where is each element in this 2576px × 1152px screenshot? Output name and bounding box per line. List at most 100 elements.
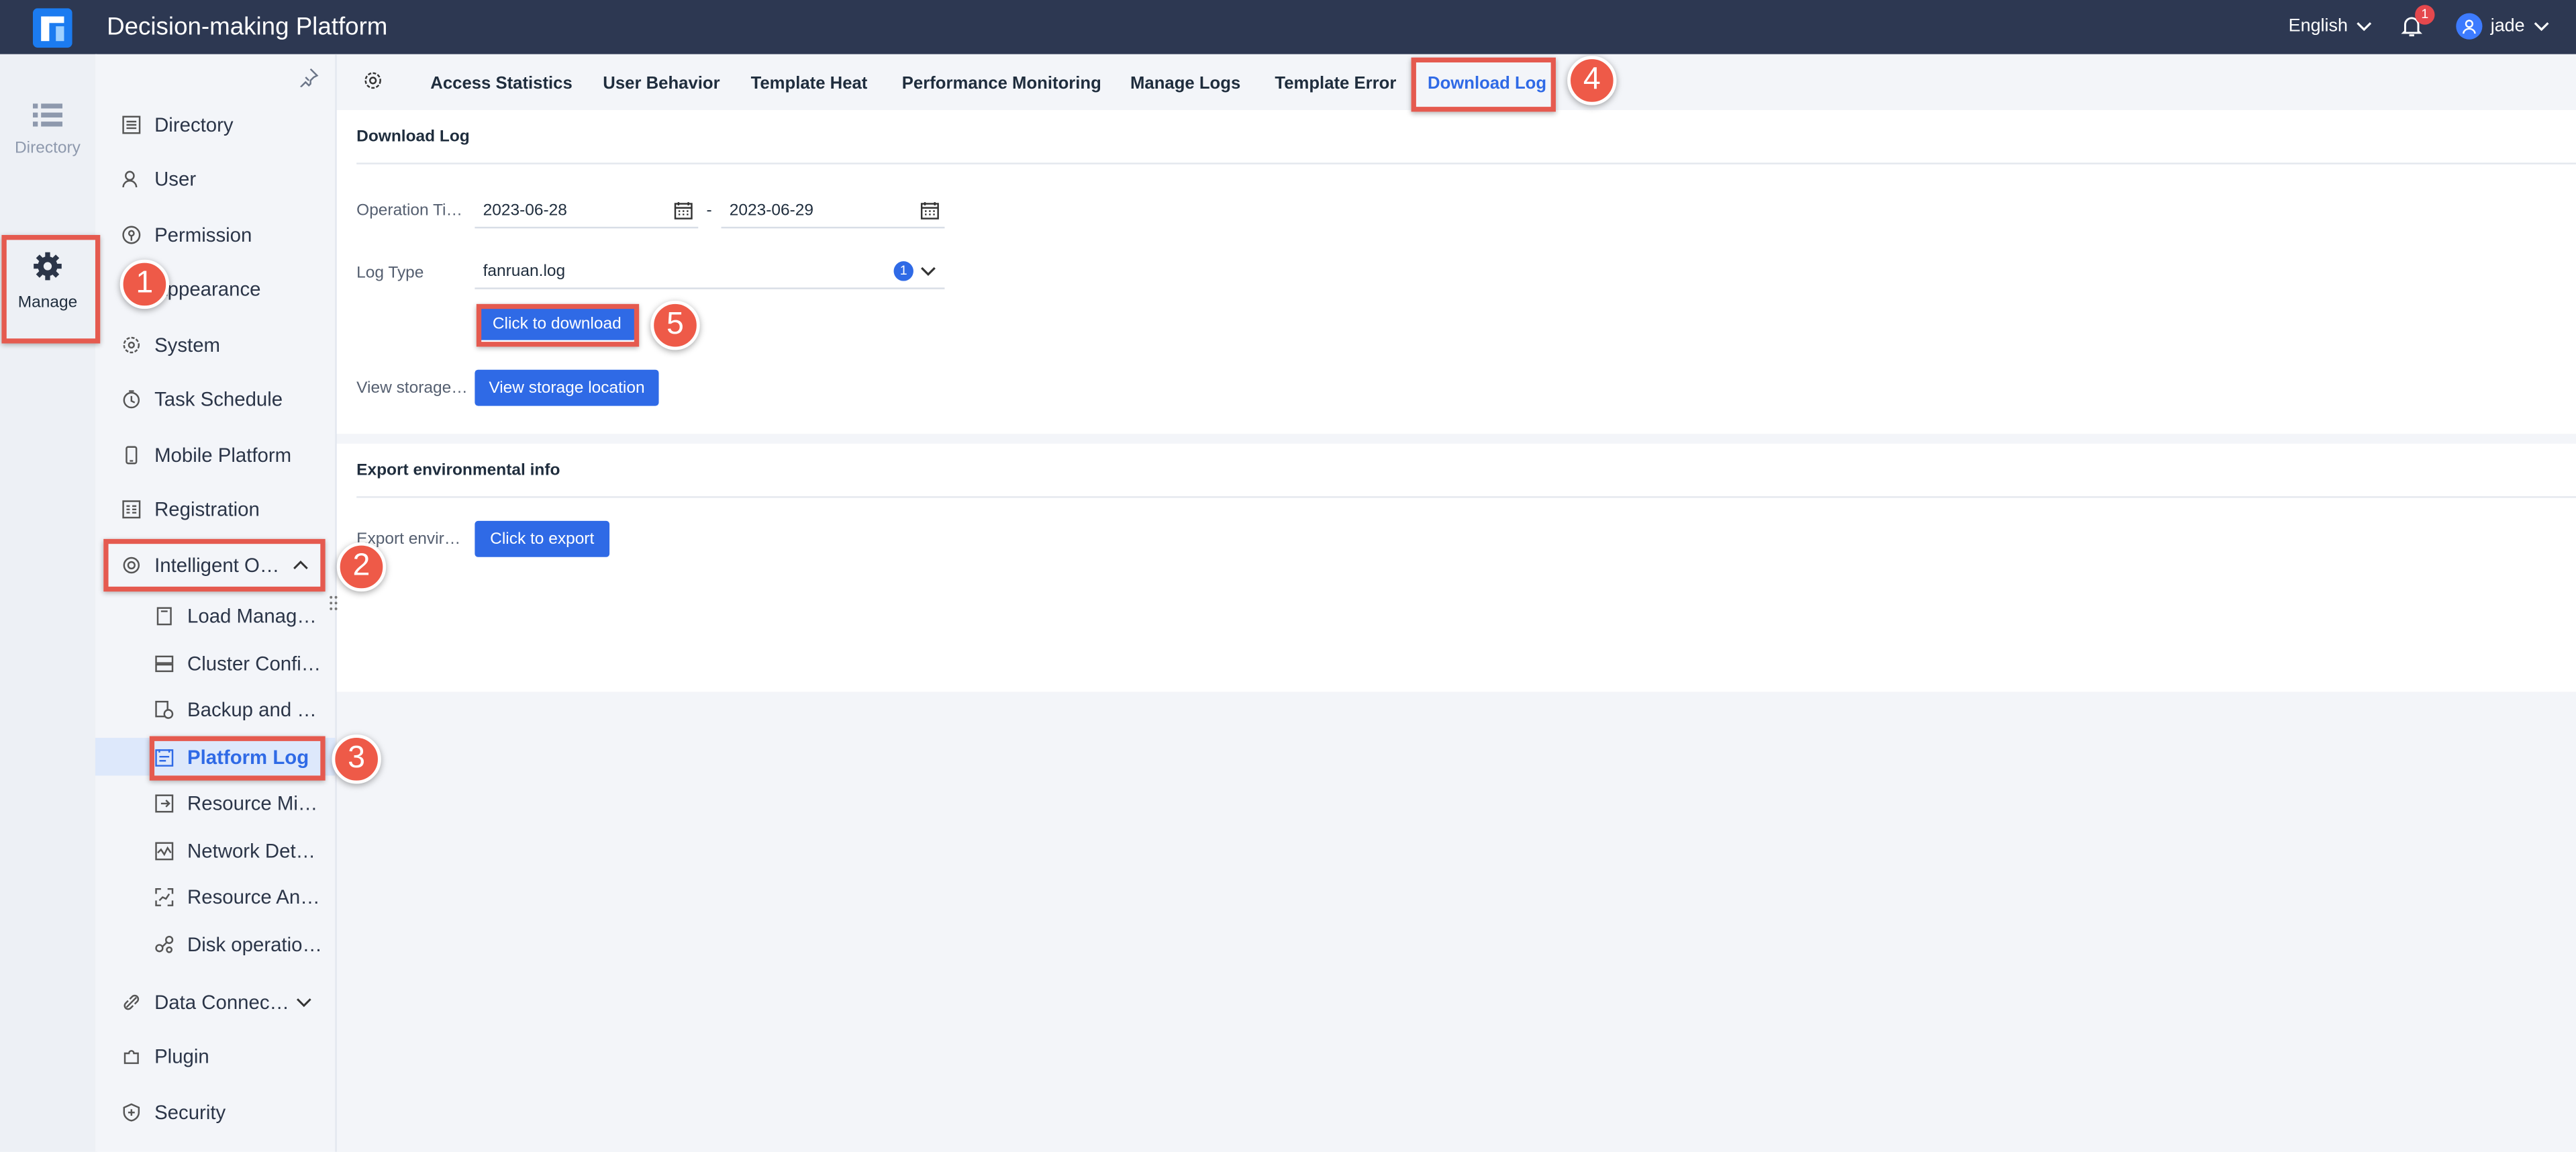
sidebar-subitem-disk-operation[interactable]: Disk operatio… bbox=[154, 928, 322, 961]
user-menu[interactable]: jade bbox=[2456, 13, 2549, 40]
pin-icon[interactable] bbox=[299, 67, 319, 87]
app-title: Decision-making Platform bbox=[107, 13, 388, 42]
sidebar-item-permission[interactable]: Permission bbox=[121, 219, 252, 252]
sidebar-subitem-load-management[interactable]: Load Manag… bbox=[154, 599, 317, 632]
sidebar-item-label: User bbox=[154, 167, 197, 191]
date-to-value: 2023-06-29 bbox=[729, 201, 813, 220]
backup-icon bbox=[154, 700, 174, 720]
sidebar-item-task-schedule[interactable]: Task Schedule bbox=[121, 383, 283, 416]
sidebar-item-mobile-platform[interactable]: Mobile Platform bbox=[121, 439, 291, 472]
system-gear-icon bbox=[121, 335, 141, 354]
export-env-title: Export environmental info bbox=[356, 461, 560, 480]
load-icon bbox=[154, 606, 174, 626]
highlight-platform-log bbox=[149, 736, 326, 781]
permission-icon bbox=[121, 225, 141, 244]
sidebar: Directory User Permission Appearance Sys… bbox=[95, 54, 337, 1152]
download-log-title: Download Log bbox=[356, 128, 470, 146]
selected-count-badge: 1 bbox=[893, 261, 913, 281]
calendar-icon[interactable] bbox=[674, 201, 693, 220]
chevron-down-icon bbox=[921, 267, 936, 277]
sidebar-subitem-resource-analysis[interactable]: Resource An… bbox=[154, 881, 320, 914]
sidebar-item-directory[interactable]: Directory bbox=[121, 109, 234, 142]
log-type-select[interactable]: fanruan.log 1 bbox=[475, 254, 945, 289]
operation-time-label: Operation Ti… bbox=[356, 202, 462, 220]
divider bbox=[356, 162, 2576, 164]
highlight-download-button bbox=[476, 303, 640, 347]
highlight-manage bbox=[1, 235, 101, 344]
sidebar-item-security[interactable]: Security bbox=[121, 1096, 226, 1129]
sidebar-subitem-label: Resource Mi… bbox=[187, 791, 318, 816]
date-separator: - bbox=[706, 202, 712, 220]
sidebar-subitem-backup[interactable]: Backup and … bbox=[154, 693, 317, 726]
link-icon bbox=[121, 992, 141, 1012]
tab-template-heat[interactable]: Template Heat bbox=[751, 74, 868, 93]
resource-migration-icon bbox=[154, 794, 174, 813]
fanruan-logo bbox=[32, 8, 72, 48]
tab-template-error[interactable]: Template Error bbox=[1275, 74, 1396, 93]
chevron-down-icon bbox=[297, 998, 311, 1008]
avatar bbox=[2456, 13, 2483, 40]
tab-user-behavior[interactable]: User Behavior bbox=[603, 74, 720, 93]
sidebar-item-registration[interactable]: Registration bbox=[121, 493, 260, 526]
sidebar-subitem-label: Resource An… bbox=[187, 885, 320, 909]
storage-label: View storage… bbox=[356, 379, 468, 398]
list-icon bbox=[32, 103, 63, 127]
sidebar-item-label: Registration bbox=[154, 497, 260, 521]
rail-directory-label: Directory bbox=[14, 140, 81, 158]
registration-icon bbox=[121, 499, 141, 519]
tab-manage-logs[interactable]: Manage Logs bbox=[1130, 74, 1240, 93]
mobile-icon bbox=[121, 445, 141, 465]
sidebar-item-system[interactable]: System bbox=[121, 329, 220, 362]
disk-icon bbox=[154, 935, 174, 955]
calendar-icon[interactable] bbox=[920, 201, 940, 220]
export-button[interactable]: Click to export bbox=[475, 520, 610, 557]
sidebar-subitem-cluster-config[interactable]: Cluster Confi… bbox=[154, 647, 321, 680]
tab-performance-monitoring[interactable]: Performance Monitoring bbox=[902, 74, 1101, 93]
sidebar-subitem-label: Backup and … bbox=[187, 698, 317, 722]
user-icon bbox=[121, 169, 141, 189]
step-badge-4: 4 bbox=[1567, 56, 1617, 105]
step-badge-2: 2 bbox=[336, 542, 387, 592]
notification-badge: 1 bbox=[2415, 5, 2435, 25]
sidebar-subitem-network-detection[interactable]: Network Det… bbox=[154, 834, 315, 867]
language-select[interactable]: English bbox=[2289, 16, 2373, 36]
highlight-download-log-tab bbox=[1411, 57, 1556, 112]
sidebar-subitem-label: Disk operatio… bbox=[187, 933, 322, 957]
sidebar-item-label: Security bbox=[154, 1100, 226, 1124]
top-bar: Decision-making Platform English 1 jade bbox=[0, 0, 2576, 54]
sidebar-item-label: Plugin bbox=[154, 1045, 209, 1069]
language-label: English bbox=[2288, 16, 2348, 36]
sidebar-item-label: Appearance bbox=[154, 277, 261, 301]
sidebar-item-label: Directory bbox=[154, 113, 234, 137]
sidebar-subitem-resource-migration[interactable]: Resource Mi… bbox=[154, 787, 317, 820]
sidebar-item-label: Permission bbox=[154, 223, 252, 247]
settings-gear-icon[interactable] bbox=[363, 70, 383, 90]
resize-handle-icon[interactable] bbox=[329, 595, 339, 611]
date-to-input[interactable]: 2023-06-29 bbox=[721, 194, 945, 229]
sidebar-subitem-label: Cluster Confi… bbox=[187, 652, 321, 676]
chevron-down-icon bbox=[2534, 22, 2549, 32]
download-log-panel: Download Log Operation Ti… 2023-06-28 - … bbox=[336, 109, 2576, 434]
step-badge-3: 3 bbox=[332, 734, 381, 784]
user-avatar-icon bbox=[2463, 19, 2476, 34]
rail-directory[interactable]: Directory bbox=[0, 103, 95, 158]
shield-icon bbox=[121, 1102, 141, 1122]
divider bbox=[356, 496, 2576, 498]
sidebar-subitem-label: Load Manag… bbox=[187, 604, 317, 628]
directory-icon bbox=[121, 115, 141, 134]
date-from-input[interactable]: 2023-06-28 bbox=[475, 194, 699, 229]
sidebar-item-user[interactable]: User bbox=[121, 162, 196, 195]
sidebar-item-label: Data Connec… bbox=[154, 990, 289, 1014]
highlight-intelligent-operations bbox=[103, 538, 326, 592]
tab-access-statistics[interactable]: Access Statistics bbox=[430, 74, 572, 93]
cluster-icon bbox=[154, 654, 174, 673]
clock-icon bbox=[121, 389, 141, 409]
step-badge-1: 1 bbox=[119, 259, 170, 309]
network-icon bbox=[154, 841, 174, 861]
resource-analysis-icon bbox=[154, 887, 174, 907]
sidebar-item-plugin[interactable]: Plugin bbox=[121, 1040, 209, 1073]
plugin-icon bbox=[121, 1047, 141, 1066]
sidebar-item-data-connection[interactable]: Data Connec… bbox=[121, 986, 312, 1019]
export-env-panel: Export environmental info Export envir… … bbox=[336, 443, 2576, 692]
view-storage-location-button[interactable]: View storage location bbox=[475, 369, 659, 406]
